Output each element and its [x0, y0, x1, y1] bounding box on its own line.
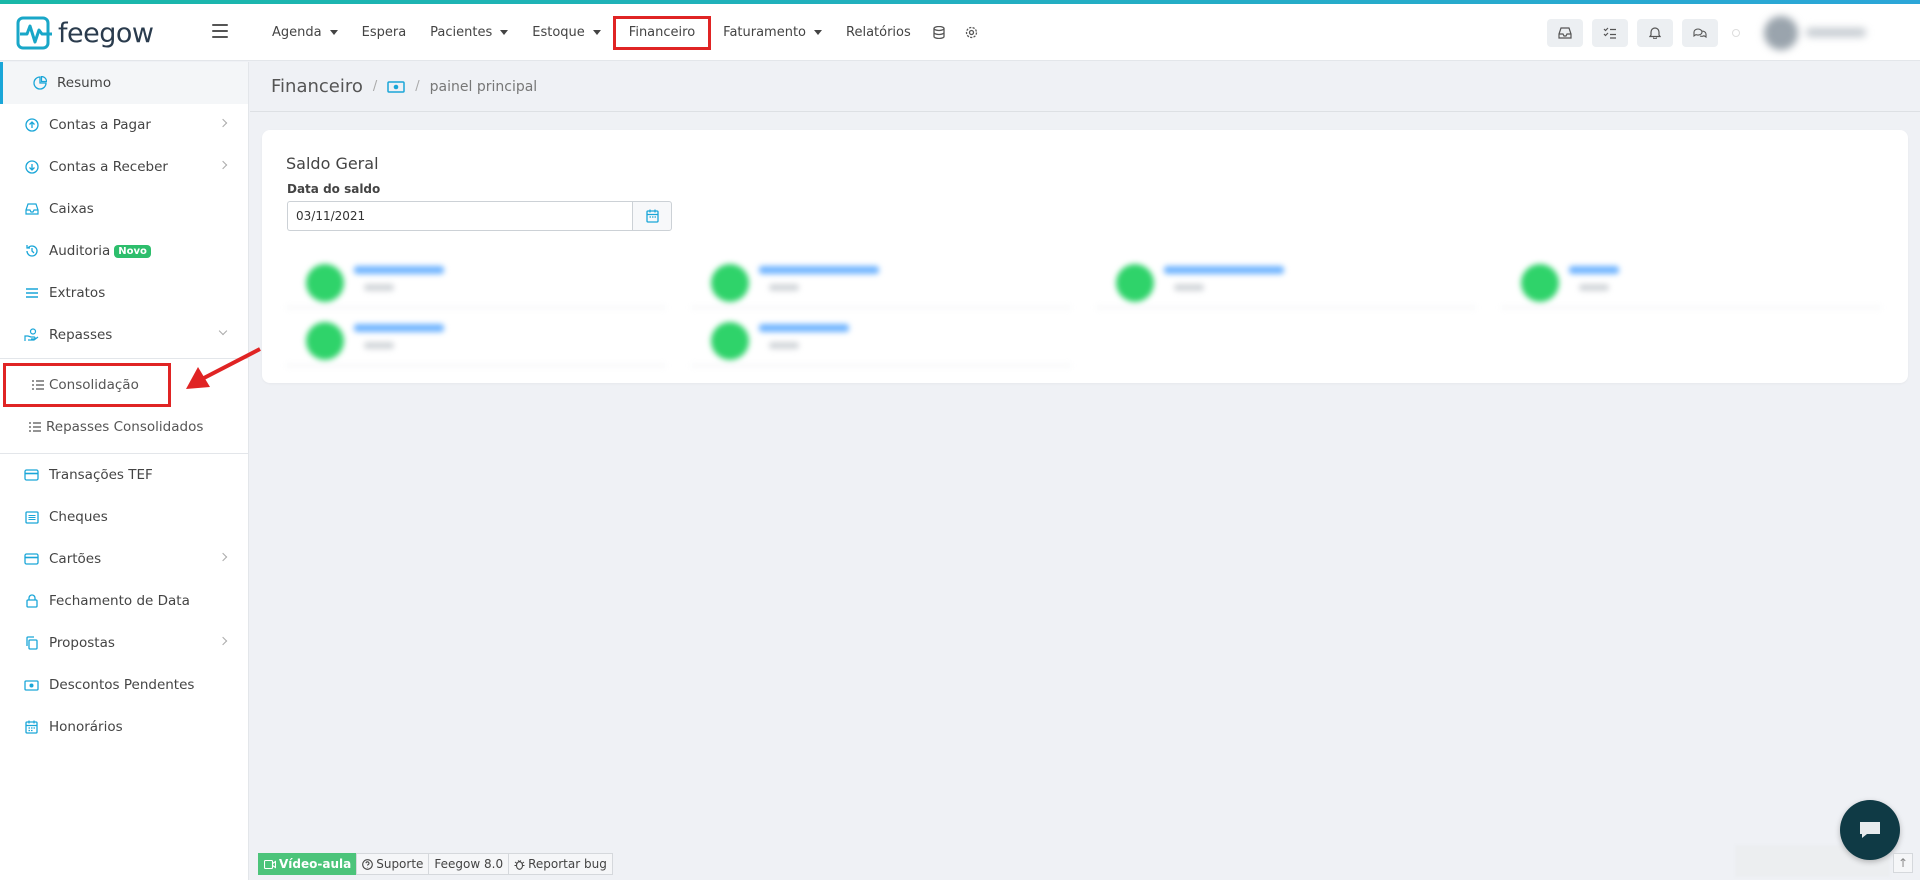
arrow-down-circle-icon [24, 160, 39, 175]
date-input[interactable] [287, 201, 632, 231]
money-icon [387, 80, 406, 93]
nav-financeiro[interactable]: Financeiro [612, 15, 712, 50]
history-icon [24, 244, 39, 259]
calendar-button[interactable] [632, 201, 672, 231]
sidebar-item-contas-a-receber[interactable]: Contas a Receber [0, 146, 248, 188]
breadcrumb: Financeiro / / painel principal [250, 62, 1920, 112]
balance-item[interactable] [286, 312, 666, 366]
gear-icon[interactable] [955, 16, 988, 50]
sidebar-item-descontos-pendentes[interactable]: Descontos Pendentes [0, 664, 248, 706]
calendar-icon [24, 720, 39, 735]
balance-item[interactable] [691, 254, 1071, 308]
sidebar-item-fechamento-de-data[interactable]: Fechamento de Data [0, 580, 248, 622]
video-camera-icon [264, 859, 276, 869]
menu-toggle-icon[interactable] [212, 24, 228, 38]
sidebar-item-resumo[interactable]: Resumo [0, 62, 248, 104]
bell-icon[interactable] [1637, 18, 1673, 47]
pie-chart-icon [32, 76, 47, 91]
caret-down-icon [814, 30, 823, 35]
bug-icon [514, 859, 525, 870]
balance-item[interactable] [1501, 254, 1881, 308]
hand-coins-icon [24, 328, 39, 343]
list-icon [24, 286, 39, 301]
top-header: feegow Agenda Espera Pacientes Estoque F… [0, 4, 1920, 61]
copy-icon [24, 636, 39, 651]
card-icon [24, 552, 39, 567]
list-bullets-icon [29, 422, 41, 432]
account-balances-blurred [286, 254, 1886, 370]
sidebar-item-cheques[interactable]: Cheques [0, 496, 248, 538]
chevron-right-icon [218, 118, 228, 128]
sidebar-subitem-repasses-consolidados[interactable]: Repasses Consolidados [0, 407, 248, 447]
chevron-right-icon [218, 636, 228, 646]
nav-estoque[interactable]: Estoque [520, 16, 613, 50]
caret-down-icon [329, 30, 338, 35]
help-circle-icon [362, 858, 374, 870]
scroll-top-button[interactable]: ↑ [1893, 853, 1913, 873]
chevron-down-icon [218, 326, 228, 336]
calendar-icon [645, 209, 659, 223]
saldo-geral-card: Saldo Geral Data do saldo [262, 130, 1908, 383]
chevron-right-icon [218, 160, 228, 170]
caret-down-icon [500, 30, 509, 35]
inbox-icon [24, 202, 39, 217]
sidebar-item-caixas[interactable]: Caixas [0, 188, 248, 230]
reportar-bug-button[interactable]: Reportar bug [508, 853, 613, 875]
sidebar-item-honorarios[interactable]: Honorários [0, 706, 248, 748]
sidebar-subitem-consolidacao[interactable]: Consolidação [3, 363, 171, 407]
sidebar: Resumo Contas a Pagar Contas a Receber C… [0, 62, 249, 880]
new-badge: Novo [114, 244, 151, 258]
card-title: Saldo Geral [286, 154, 379, 173]
sidebar-item-cartoes[interactable]: Cartões [0, 538, 248, 580]
version-label: Feegow 8.0 [428, 853, 510, 875]
sidebar-item-auditoria[interactable]: Auditoria Novo [0, 230, 248, 272]
balance-item[interactable] [286, 254, 666, 308]
red-arrow-annotation-icon [186, 347, 261, 389]
logo-text: feegow [58, 17, 154, 49]
page-title: Financeiro [271, 76, 363, 97]
nav-pacientes[interactable]: Pacientes [418, 16, 520, 50]
top-navigation: Agenda Espera Pacientes Estoque Financei… [260, 4, 988, 61]
online-status-icon [1732, 28, 1740, 37]
suporte-button[interactable]: Suporte [356, 853, 430, 875]
credit-card-icon [24, 468, 39, 483]
inbox-icon[interactable] [1547, 18, 1583, 47]
cheque-icon [24, 510, 39, 525]
chat-bubbles-icon[interactable] [1682, 18, 1718, 47]
list-bullets-icon [32, 380, 44, 390]
nav-agenda[interactable]: Agenda [260, 16, 350, 50]
lock-icon [24, 594, 39, 609]
chat-widget-button[interactable] [1840, 800, 1900, 860]
nav-relatorios[interactable]: Relatórios [834, 16, 923, 50]
chevron-right-icon [218, 552, 228, 562]
video-aula-button[interactable]: Vídeo-aula [258, 853, 358, 875]
balance-item[interactable] [1096, 254, 1476, 308]
arrow-up-circle-icon [24, 118, 39, 133]
feegow-logo[interactable]: feegow [16, 14, 154, 52]
sidebar-item-transacoes-tef[interactable]: Transações TEF [0, 454, 248, 496]
sidebar-item-contas-a-pagar[interactable]: Contas a Pagar [0, 104, 248, 146]
arrow-up-icon: ↑ [1897, 856, 1909, 870]
header-actions [1538, 4, 1920, 61]
nav-faturamento[interactable]: Faturamento [711, 16, 834, 50]
breadcrumb-page: painel principal [429, 78, 538, 95]
checklist-icon[interactable] [1592, 18, 1628, 47]
nav-espera[interactable]: Espera [350, 16, 419, 50]
sidebar-item-propostas[interactable]: Propostas [0, 622, 248, 664]
date-label: Data do saldo [287, 182, 381, 196]
database-icon[interactable] [923, 16, 955, 50]
chat-icon [1860, 822, 1880, 838]
money-icon [24, 678, 39, 693]
balance-item[interactable] [691, 312, 1071, 366]
caret-down-icon [592, 30, 601, 35]
sidebar-item-extratos[interactable]: Extratos [0, 272, 248, 314]
user-avatar-blurred[interactable] [1764, 13, 1884, 53]
footer-bar: Vídeo-aula Suporte Feegow 8.0 Reportar b… [258, 853, 613, 875]
logo-heartbeat-icon [16, 16, 52, 50]
